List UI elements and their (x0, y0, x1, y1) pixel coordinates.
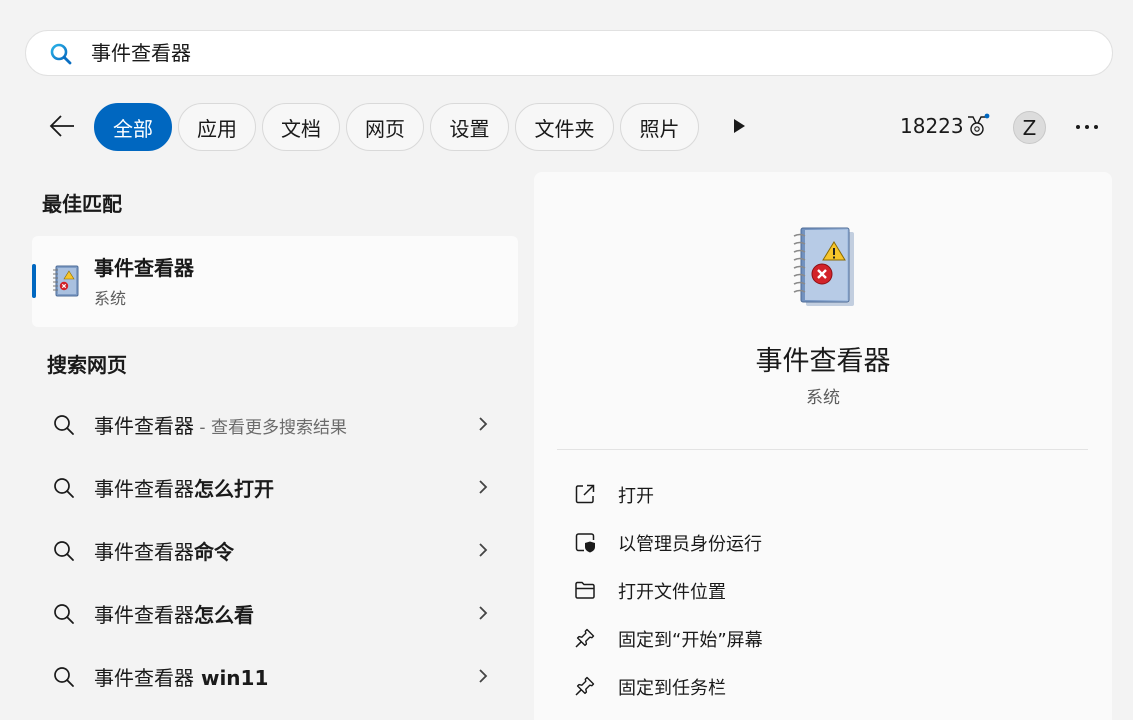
tab-apps[interactable]: 应用 (178, 103, 256, 151)
play-icon (734, 119, 745, 133)
back-arrow-icon (49, 115, 74, 137)
search-window: 事件查看器 全部 应用 文档 网页 设置 文件夹 照片 18223 Z 最佳匹配… (0, 0, 1133, 720)
detail-title: 事件查看器 (755, 346, 891, 377)
result-type: 系统 (94, 289, 127, 308)
detail-pane: 事件查看器 系统 打开 以管理员身份运行 打开文件位置 固定到“开始”屏幕 固定… (534, 172, 1112, 720)
web-search-item[interactable]: 事件查看器怎么看 (32, 585, 518, 641)
web-search-item[interactable]: 事件查看器命令 (32, 522, 518, 578)
search-box[interactable]: 事件查看器 (25, 30, 1113, 76)
open-action[interactable]: 打开 (564, 474, 1084, 514)
web-search-text: 事件查看器 win11 (94, 666, 269, 690)
web-search-heading: 搜索网页 (47, 353, 127, 377)
search-icon (54, 478, 74, 498)
open-file-location-action[interactable]: 打开文件位置 (564, 570, 1084, 610)
event-viewer-icon (793, 227, 854, 306)
pin-to-start-action[interactable]: 固定到“开始”屏幕 (564, 618, 1084, 658)
medal-icon (967, 113, 990, 136)
web-search-hint: - 查看更多搜索结果 (194, 418, 347, 438)
event-viewer-icon (53, 265, 79, 297)
search-icon (54, 415, 74, 435)
run-as-admin-label: 以管理员身份运行 (618, 534, 762, 555)
ellipsis-icon (1076, 125, 1098, 129)
open-label: 打开 (618, 486, 654, 507)
detail-type: 系统 (806, 388, 840, 408)
search-icon (54, 667, 74, 687)
tab-web[interactable]: 网页 (346, 103, 424, 151)
avatar[interactable]: Z (1013, 111, 1046, 144)
web-search-item[interactable]: 事件查看器 - 查看更多搜索结果 (32, 396, 518, 452)
tab-photos[interactable]: 照片 (620, 103, 699, 151)
search-icon (50, 43, 72, 65)
open-external-icon (575, 484, 595, 504)
web-search-text: 事件查看器怎么打开 (94, 477, 274, 501)
open-file-location-label: 打开文件位置 (618, 582, 726, 603)
run-as-admin-action[interactable]: 以管理员身份运行 (564, 522, 1084, 562)
pin-icon (575, 628, 595, 648)
chevron-right-icon (479, 606, 488, 620)
tab-documents[interactable]: 文档 (262, 103, 340, 151)
back-button[interactable] (44, 110, 80, 142)
points-value: 18223 (900, 114, 964, 138)
pin-to-taskbar-action[interactable]: 固定到任务栏 (564, 666, 1084, 706)
more-filters-button[interactable] (728, 114, 750, 138)
folder-icon (575, 581, 595, 599)
run-as-admin-icon (575, 533, 595, 553)
web-search-text: 事件查看器命令 (94, 540, 234, 564)
result-title: 事件查看器 (94, 256, 194, 280)
web-search-text: 事件查看器怎么看 (94, 603, 254, 627)
search-input[interactable]: 事件查看器 (91, 40, 191, 66)
search-icon (54, 604, 74, 624)
tab-all[interactable]: 全部 (94, 103, 172, 151)
search-icon (54, 541, 74, 561)
best-match-heading: 最佳匹配 (42, 192, 122, 216)
pin-to-taskbar-label: 固定到任务栏 (618, 678, 726, 699)
web-search-item[interactable]: 事件查看器 win11 (32, 648, 518, 704)
chevron-right-icon (479, 417, 488, 431)
tab-settings[interactable]: 设置 (430, 103, 509, 151)
tab-folders[interactable]: 文件夹 (515, 103, 614, 151)
divider (557, 449, 1088, 450)
web-search-item[interactable]: 事件查看器怎么打开 (32, 459, 518, 515)
pin-icon (575, 676, 595, 696)
rewards-points[interactable]: 18223 (900, 112, 990, 140)
more-options-button[interactable] (1072, 114, 1102, 140)
web-search-text: 事件查看器 - 查看更多搜索结果 (94, 414, 347, 438)
pin-to-start-label: 固定到“开始”屏幕 (618, 630, 763, 651)
selection-indicator (32, 264, 36, 298)
chevron-right-icon (479, 543, 488, 557)
best-match-result[interactable]: 事件查看器 系统 (32, 236, 518, 327)
chevron-right-icon (479, 480, 488, 494)
chevron-right-icon (479, 669, 488, 683)
